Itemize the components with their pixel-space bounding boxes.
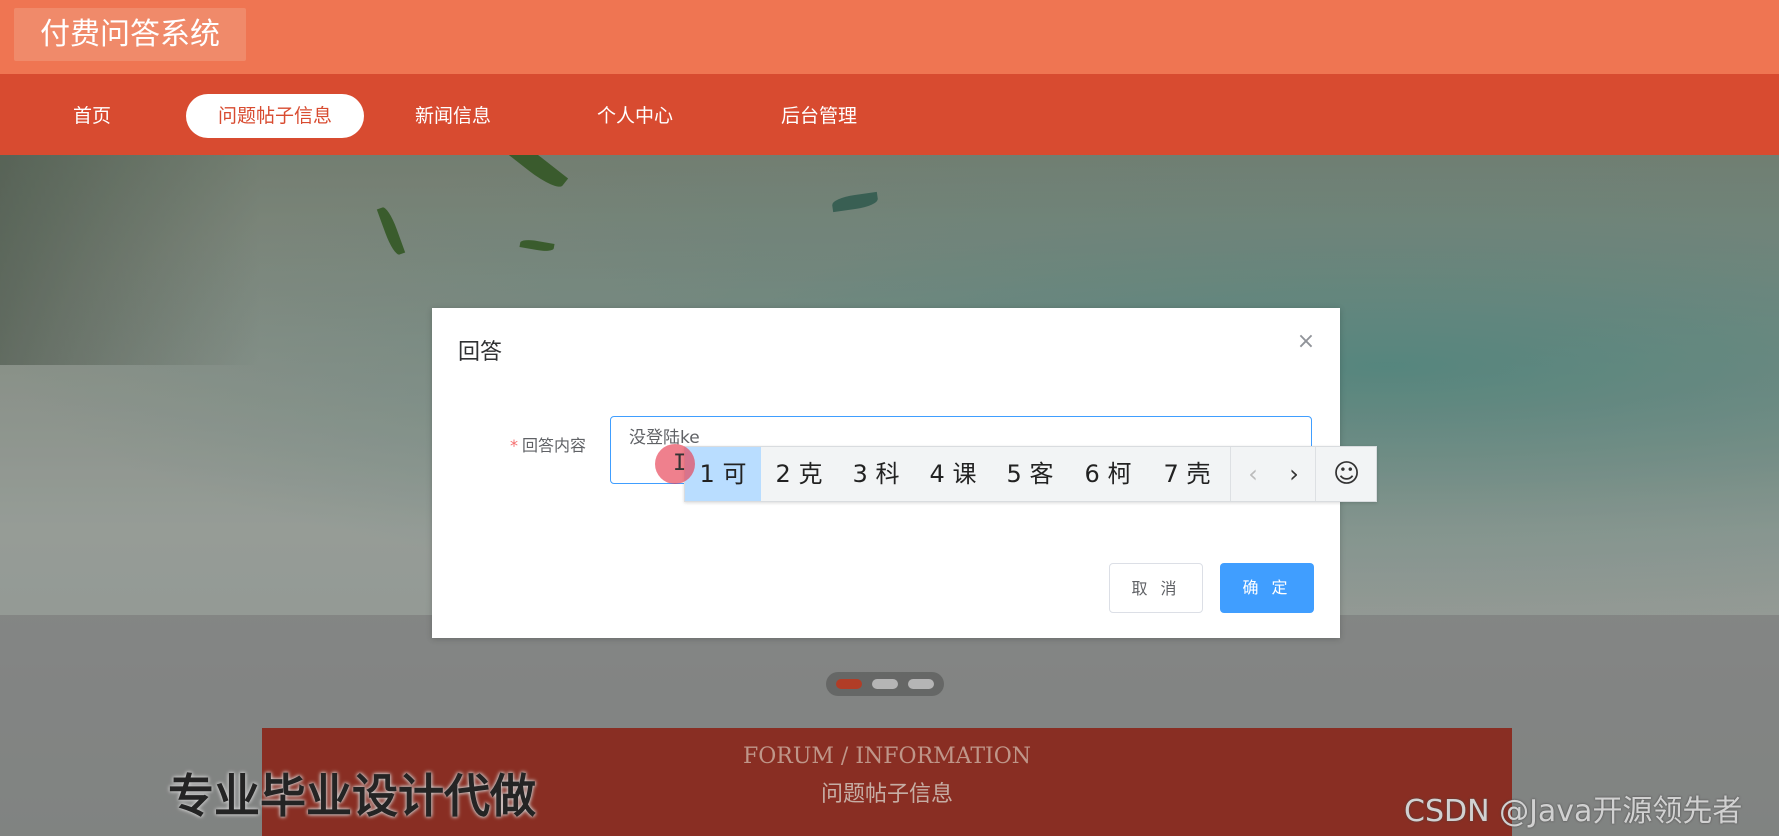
nav-item-home[interactable]: 首页 xyxy=(48,94,136,138)
ime-next-icon[interactable]: › xyxy=(1273,447,1315,501)
nav-item-question-posts[interactable]: 问题帖子信息 xyxy=(186,94,364,138)
main-nav: 首页 问题帖子信息 新闻信息 个人中心 后台管理 xyxy=(0,74,1779,155)
required-mark: * xyxy=(510,436,518,455)
nav-item-news[interactable]: 新闻信息 xyxy=(398,94,508,138)
cancel-button[interactable]: 取 消 xyxy=(1109,563,1203,613)
emoji-icon[interactable]: ☺ xyxy=(1315,447,1377,501)
site-title[interactable]: 付费问答系统 xyxy=(14,8,246,61)
answer-label-text: 回答内容 xyxy=(522,436,587,455)
text-cursor-icon: I xyxy=(673,451,687,476)
ime-candidate[interactable]: 5 客 xyxy=(991,447,1069,501)
ime-candidate[interactable]: 6 柯 xyxy=(1069,447,1147,501)
ime-separator xyxy=(1230,447,1231,501)
ime-prev-icon[interactable]: ‹ xyxy=(1233,447,1273,501)
ime-candidate[interactable]: 4 课 xyxy=(915,447,991,501)
ime-candidate[interactable]: 7 壳 xyxy=(1147,447,1227,501)
ime-candidate-bar: 1 可 2 克 3 科 4 课 5 客 6 柯 7 壳 ‹ › ☺ xyxy=(684,446,1377,502)
nav-item-personal-center[interactable]: 个人中心 xyxy=(580,94,690,138)
ime-candidate[interactable]: 1 可 xyxy=(685,447,761,501)
ime-candidate[interactable]: 3 科 xyxy=(837,447,915,501)
close-icon[interactable]: × xyxy=(1294,330,1318,354)
top-header: 付费问答系统 xyxy=(0,0,1779,74)
ime-candidate[interactable]: 2 克 xyxy=(761,447,837,501)
nav-item-admin[interactable]: 后台管理 xyxy=(764,94,874,138)
answer-field-label: * 回答内容 xyxy=(510,432,586,456)
dialog-title: 回答 xyxy=(458,340,503,365)
confirm-button[interactable]: 确 定 xyxy=(1220,563,1314,613)
